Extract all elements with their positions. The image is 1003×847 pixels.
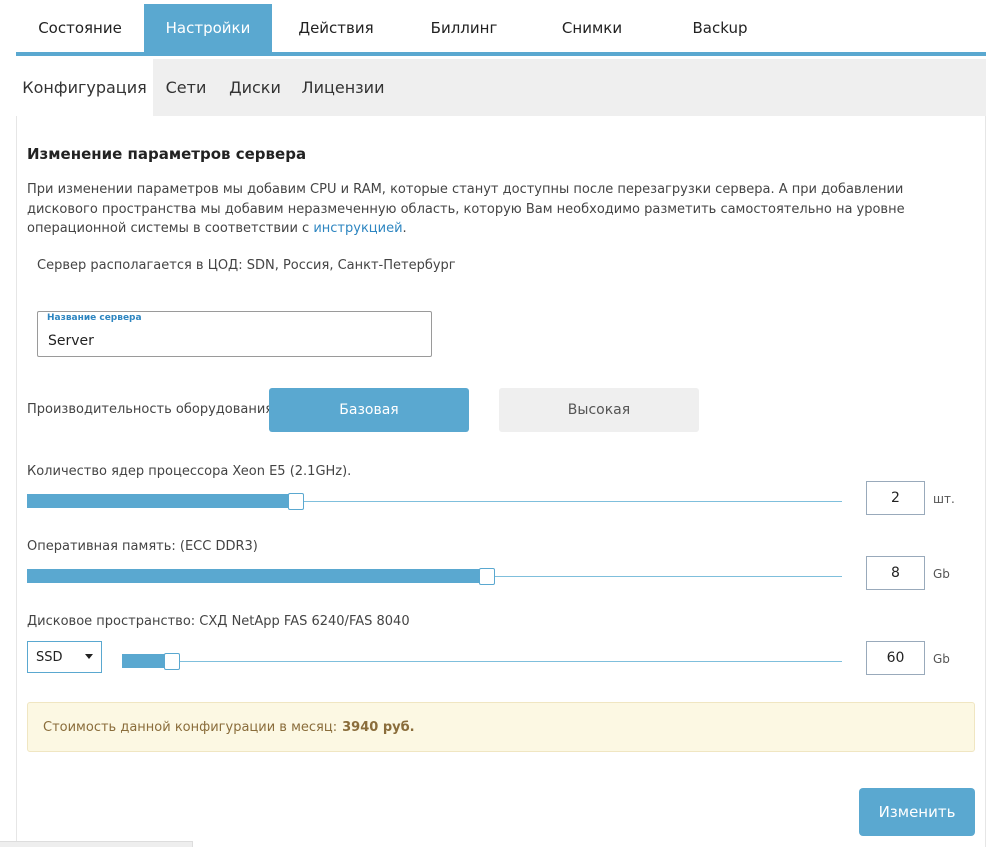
tab-settings[interactable]: Настройки — [144, 4, 272, 52]
instruction-link[interactable]: инструкцией — [313, 221, 402, 236]
ram-unit: Gb — [933, 567, 950, 581]
cpu-slider-fill — [27, 494, 296, 508]
description-text: При изменении параметров мы добавим CPU … — [27, 180, 967, 239]
bottom-strip — [0, 841, 193, 847]
ram-amount-input[interactable]: 8 — [866, 556, 925, 590]
ram-label: Оперативная память: (ECC DDR3) — [27, 539, 258, 554]
tab-billing[interactable]: Биллинг — [400, 4, 528, 52]
tab-snapshots[interactable]: Снимки — [528, 4, 656, 52]
disk-unit: Gb — [933, 652, 950, 666]
tab-status[interactable]: Состояние — [16, 4, 144, 52]
description-body: При изменении параметров мы добавим CPU … — [27, 182, 905, 236]
tab-actions[interactable]: Действия — [272, 4, 400, 52]
change-button[interactable]: Изменить — [859, 788, 975, 836]
subtab-disks[interactable]: Диски — [219, 59, 291, 116]
disk-slider-handle[interactable] — [164, 653, 180, 670]
chevron-down-icon — [85, 654, 93, 659]
cost-value: 3940 руб. — [342, 719, 415, 735]
disk-slider-track — [122, 661, 842, 662]
ram-slider-fill — [27, 569, 487, 583]
server-settings-page: Состояние Настройки Действия Биллинг Сни… — [0, 0, 1003, 847]
server-name-label: Название сервера — [47, 313, 142, 323]
server-name-field[interactable]: Название сервера — [37, 311, 432, 357]
performance-label: Производительность оборудования — [27, 402, 274, 417]
subtab-configuration[interactable]: Конфигурация — [16, 59, 153, 116]
datacenter-location: Сервер располагается в ЦОД: SDN, Россия,… — [37, 258, 456, 273]
server-name-input[interactable] — [48, 330, 418, 352]
cost-notice: Стоимость данной конфигурации в месяц: 3… — [27, 702, 975, 752]
disk-type-value: SSD — [36, 649, 63, 665]
disk-size-input[interactable]: 60 — [866, 641, 925, 675]
cost-label: Стоимость данной конфигурации в месяц: — [43, 719, 338, 735]
subtab-networks[interactable]: Сети — [153, 59, 219, 116]
cpu-slider-handle[interactable] — [288, 493, 304, 510]
tab-backup[interactable]: Backup — [656, 4, 784, 52]
performance-high-button[interactable]: Высокая — [499, 388, 699, 432]
ram-slider-handle[interactable] — [479, 568, 495, 585]
settings-subtabs: Конфигурация Сети Диски Лицензии — [16, 59, 986, 116]
cpu-count-input[interactable]: 2 — [866, 481, 925, 515]
disk-label: Дисковое пространство: СХД NetApp FAS 62… — [27, 614, 410, 629]
subtab-licenses[interactable]: Лицензии — [291, 59, 395, 116]
performance-base-button[interactable]: Базовая — [269, 388, 469, 432]
disk-type-select[interactable]: SSD — [27, 641, 102, 673]
cpu-label: Количество ядер процессора Xeon E5 (2.1G… — [27, 464, 352, 479]
description-end: . — [402, 221, 407, 236]
page-title: Изменение параметров сервера — [27, 145, 307, 163]
cpu-unit: шт. — [933, 492, 955, 506]
main-tabs: Состояние Настройки Действия Биллинг Сни… — [16, 4, 986, 56]
